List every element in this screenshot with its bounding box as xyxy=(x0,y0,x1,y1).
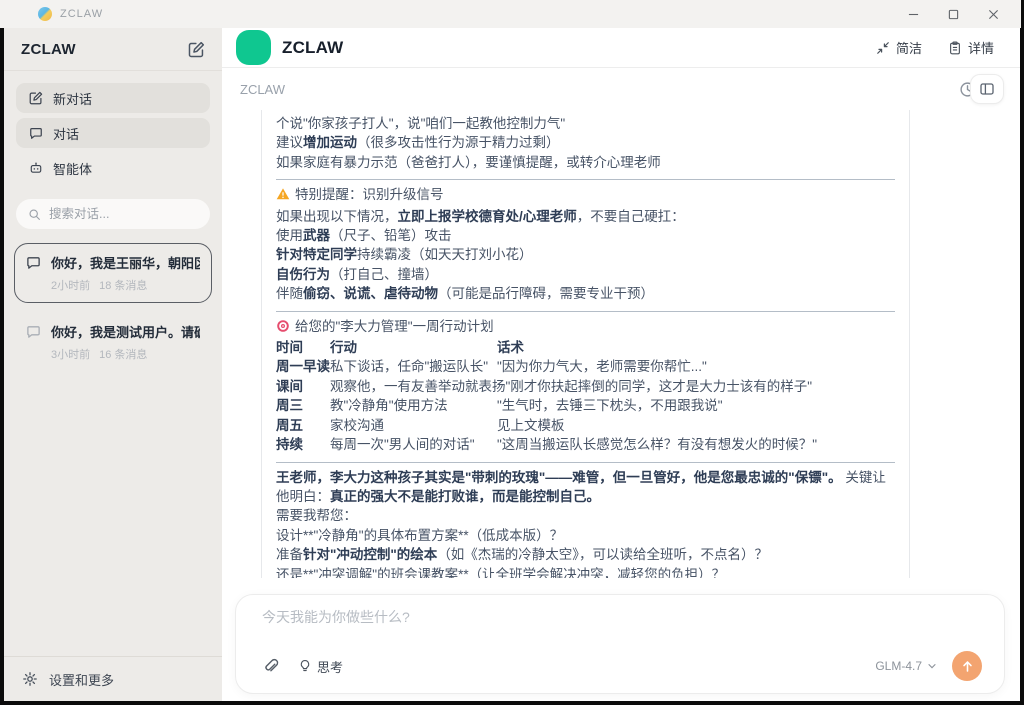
composer: 思考 GLM-4.7 xyxy=(235,594,1005,694)
arrow-up-icon xyxy=(960,659,975,674)
chat-subheader: ZCLAW xyxy=(222,68,1020,110)
chat-scroll-area[interactable]: 个说"你家孩子打人"，说"咱们一起教他控制力气"建议增加运动（很多攻击性行为源于… xyxy=(222,110,1020,578)
message-line: 准备针对"冲动控制"的绘本（如《杰瑞的冷静太空》，可以读给全班听，不点名）？ xyxy=(276,545,895,564)
message-line: 设计**"冷静角"的具体布置方案**（低成本版）？ xyxy=(276,526,895,545)
sidebar-nav: 新对话对话智能体 xyxy=(4,71,222,190)
message-line: 特别提醒：识别升级信号 xyxy=(276,185,895,206)
plan-table-header: 时间行动话术 xyxy=(276,338,895,357)
window-title: ZCLAW xyxy=(60,8,103,20)
plan-table-row: 周五家校沟通见上文模板 xyxy=(276,416,895,435)
brand-name: ZCLAW xyxy=(282,38,343,58)
message-line: 给您的"李大力管理"一周行动计划 xyxy=(276,317,895,338)
message-line: 个说"你家孩子打人"，说"咱们一起教他控制力气" xyxy=(276,114,895,133)
sidebar-title: ZCLAW xyxy=(21,41,76,58)
message-input[interactable] xyxy=(262,609,982,625)
conversation-item-1[interactable]: 你好，我是测试用户。请确... 3小时前 16 条消息 xyxy=(14,312,212,372)
settings-and-more[interactable]: 设置和更多 xyxy=(4,656,222,701)
conversation-time: 3小时前 xyxy=(51,346,90,362)
clipboard-icon xyxy=(948,41,962,55)
close-button[interactable] xyxy=(973,1,1013,27)
new-chat-icon[interactable] xyxy=(188,41,205,58)
robot-icon xyxy=(29,161,43,175)
assistant-message-card: 个说"你家孩子打人"，说"咱们一起教他控制力气"建议增加运动（很多攻击性行为源于… xyxy=(261,110,910,578)
lightbulb-icon xyxy=(298,659,312,673)
plan-table-row: 持续每周一次"男人间的对话""这周当搬运队长感觉怎么样？有没有想发火的时候？" xyxy=(276,435,895,454)
bubble-icon xyxy=(29,126,43,140)
conversation-time: 2小时前 xyxy=(51,277,90,293)
main-area: ZCLAW 简洁 详情 ZCLAW 个说"你家孩子打人"，说"咱们一起教他控制力气… xyxy=(222,28,1020,701)
model-selector[interactable]: GLM-4.7 xyxy=(875,659,938,673)
message-line: 伴随偷窃、说谎、虐待动物（可能是品行障碍，需要专业干预） xyxy=(276,284,895,303)
collapse-icon xyxy=(876,41,890,55)
settings-label: 设置和更多 xyxy=(49,670,114,689)
action-label: 详情 xyxy=(968,38,994,57)
send-button[interactable] xyxy=(952,651,982,681)
message-line: 王老师，李大力这种孩子其实是"带刺的玫瑰"——难管，但一旦管好，他是您最忠诚的"… xyxy=(276,468,895,507)
conversation-title: 你好，我是测试用户。请确... xyxy=(51,322,200,341)
side-panel-toggle-button[interactable] xyxy=(970,74,1004,104)
conversation-title: 你好，我是王丽华，朝阳区... xyxy=(51,253,200,272)
message-line: 还是**"冲突调解"的班会课教案**（让全班学会解决冲突，减轻您的负担）？ xyxy=(276,565,895,578)
panel-icon xyxy=(979,81,995,97)
nav-label: 对话 xyxy=(53,124,79,143)
sidebar-nav-item-1[interactable]: 对话 xyxy=(16,118,210,148)
plan-table-row: 周一早读私下谈话，任命"搬运队长""因为你力气大，老师需要你帮忙..." xyxy=(276,357,895,376)
plan-table-row: 课间观察他，一有友善举动就表扬"刚才你扶起摔倒的同学，这才是大力士该有的样子" xyxy=(276,377,895,396)
minimize-button[interactable] xyxy=(893,1,933,27)
message-line: 使用武器（尺子、铅笔）攻击 xyxy=(276,226,895,245)
search-icon xyxy=(28,208,41,221)
brand-logo xyxy=(236,30,271,65)
main-header: ZCLAW 简洁 详情 xyxy=(222,28,1020,68)
chevron-down-icon xyxy=(926,660,938,672)
divider xyxy=(276,179,895,180)
message-line: 如果家庭有暴力示范（爸爸打人），要谨慎提醒，或转介心理老师 xyxy=(276,153,895,172)
nav-label: 新对话 xyxy=(53,89,92,108)
app-icon xyxy=(38,7,52,21)
attach-file-icon[interactable] xyxy=(262,657,280,675)
think-label: 思考 xyxy=(317,657,343,676)
bubble-icon xyxy=(26,324,41,362)
gear-icon xyxy=(22,671,38,687)
header-action-1[interactable]: 详情 xyxy=(948,38,994,57)
divider xyxy=(276,462,895,463)
sidebar: ZCLAW 新对话对话智能体 你好，我是王丽华，朝阳区... 2小时前 18 条消息… xyxy=(4,28,222,701)
target-icon xyxy=(276,319,290,338)
maximize-button[interactable] xyxy=(933,1,973,27)
conversation-count: 16 条消息 xyxy=(99,346,147,362)
search-input[interactable] xyxy=(49,207,198,221)
sidebar-nav-item-2[interactable]: 智能体 xyxy=(16,153,210,183)
think-toggle[interactable]: 思考 xyxy=(298,657,343,676)
search-box[interactable] xyxy=(16,199,210,229)
compose-icon xyxy=(29,91,43,105)
warning-icon xyxy=(276,187,290,206)
conversation-list: 你好，我是王丽华，朝阳区... 2小时前 18 条消息你好，我是测试用户。请确...… xyxy=(4,241,222,383)
action-label: 简洁 xyxy=(896,38,922,57)
message-line: 需要我帮您： xyxy=(276,506,895,525)
os-titlebar: ZCLAW xyxy=(0,0,1021,28)
conversation-count: 18 条消息 xyxy=(99,277,147,293)
header-action-0[interactable]: 简洁 xyxy=(876,38,922,57)
chat-peer-label: ZCLAW xyxy=(240,82,285,97)
divider xyxy=(276,311,895,312)
message-line: 针对特定同学持续霸凌（如天天打刘小花） xyxy=(276,245,895,264)
sidebar-nav-item-0[interactable]: 新对话 xyxy=(16,83,210,113)
model-label: GLM-4.7 xyxy=(875,659,922,673)
conversation-item-0[interactable]: 你好，我是王丽华，朝阳区... 2小时前 18 条消息 xyxy=(14,243,212,303)
message-line: 建议增加运动（很多攻击性行为源于精力过剩） xyxy=(276,133,895,152)
bubble-icon xyxy=(26,255,41,293)
message-line: 如果出现以下情况，立即上报学校德育处/心理老师，不要自己硬扛： xyxy=(276,207,895,226)
app-window: ZCLAW 新对话对话智能体 你好，我是王丽华，朝阳区... 2小时前 18 条消息… xyxy=(4,28,1020,701)
nav-label: 智能体 xyxy=(53,159,92,178)
assistant-message: 个说"你家孩子打人"，说"咱们一起教他控制力气"建议增加运动（很多攻击性行为源于… xyxy=(276,114,895,578)
message-line: 自伤行为（打自己、撞墙） xyxy=(276,265,895,284)
plan-table-row: 周三教"冷静角"使用方法"生气时，去锤三下枕头，不用跟我说" xyxy=(276,396,895,415)
